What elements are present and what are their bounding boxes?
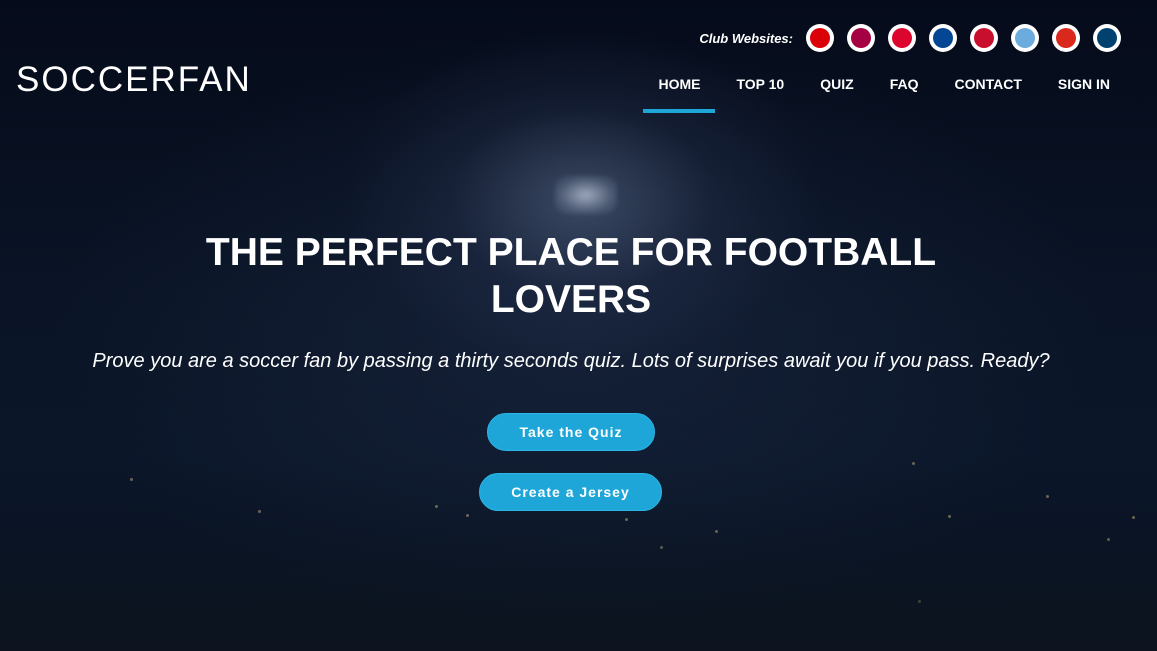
create-jersey-button[interactable]: Create a Jersey: [479, 473, 662, 511]
club-websites-label: Club Websites:: [699, 30, 793, 46]
psg-badge-icon[interactable]: [1093, 24, 1121, 52]
badge-crest: [1056, 28, 1076, 48]
badge-crest: [892, 28, 912, 48]
barcelona-badge-icon[interactable]: [847, 24, 875, 52]
badge-crest: [1097, 28, 1117, 48]
club-websites-bar: Club Websites:: [699, 24, 1121, 52]
nav-sign-in[interactable]: SIGN IN: [1043, 62, 1125, 113]
nav-top-10[interactable]: TOP 10: [721, 62, 799, 113]
crowd-silhouette: [0, 521, 1157, 651]
club-badges: [806, 24, 1121, 52]
arsenal-badge-icon[interactable]: [806, 24, 834, 52]
liverpool-badge-icon[interactable]: [970, 24, 998, 52]
nav-faq[interactable]: FAQ: [875, 62, 934, 113]
badge-crest: [933, 28, 953, 48]
chelsea-badge-icon[interactable]: [929, 24, 957, 52]
main-nav: HOME TOP 10 QUIZ FAQ CONTACT SIGN IN: [640, 62, 1128, 113]
stadium-light: [555, 176, 617, 214]
nav-quiz[interactable]: QUIZ: [805, 62, 868, 113]
man-city-badge-icon[interactable]: [1011, 24, 1039, 52]
site-logo[interactable]: SOCCERFAN: [16, 60, 252, 100]
badge-crest: [851, 28, 871, 48]
man-united-badge-icon[interactable]: [1052, 24, 1080, 52]
nav-contact[interactable]: CONTACT: [939, 62, 1036, 113]
take-quiz-button[interactable]: Take the Quiz: [487, 413, 655, 451]
badge-crest: [810, 28, 830, 48]
badge-crest: [974, 28, 994, 48]
hero-title-line-2: LOVERS: [490, 278, 652, 321]
hero-title: THE PERFECT PLACE FOR FOOTBALL LOVERS: [0, 229, 1142, 323]
hero-title-line-1: THE PERFECT PLACE FOR FOOTBALL: [205, 231, 937, 274]
bayern-badge-icon[interactable]: [888, 24, 916, 52]
page: Club Websites: SOCCERFAN HOME TOP 10 QUIZ F…: [0, 0, 1157, 651]
badge-crest: [1015, 28, 1035, 48]
hero-subtitle: Prove you are a soccer fan by passing a …: [92, 350, 1050, 372]
nav-home[interactable]: HOME: [643, 62, 716, 113]
